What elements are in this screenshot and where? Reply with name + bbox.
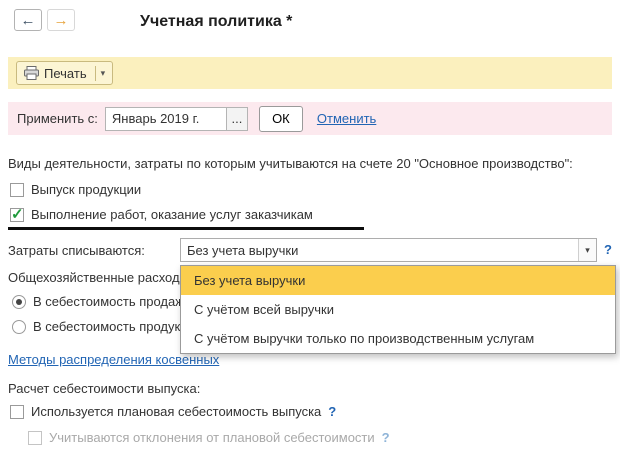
checkbox-label: Выполнение работ, оказание услуг заказчи…	[31, 207, 313, 222]
accounting-policy-window: ← → Учетная политика * Печать ▾ Применит…	[0, 0, 620, 452]
help-icon[interactable]: ?	[382, 430, 390, 445]
print-button[interactable]: Печать ▾	[16, 61, 113, 85]
output-cost-heading: Расчет себестоимости выпуска:	[8, 381, 200, 396]
radio-selected-icon	[12, 295, 26, 309]
check-mark-icon: ✓	[11, 205, 24, 223]
dropdown-option[interactable]: С учётом выручки только по производствен…	[181, 324, 615, 353]
forward-button[interactable]: →	[47, 9, 75, 31]
back-arrow-icon: ←	[21, 12, 36, 29]
apply-from-label: Применить с:	[17, 111, 98, 126]
checkbox-checked-icon: ✓	[10, 208, 24, 222]
dropdown-option-selected[interactable]: Без учета выручки	[181, 266, 615, 295]
activities-heading: Виды деятельности, затраты по которым уч…	[8, 156, 573, 171]
nav-buttons: ← →	[14, 9, 75, 31]
checkbox-icon	[10, 183, 24, 197]
help-icon[interactable]: ?	[328, 404, 336, 419]
radio-cost-of-sales[interactable]: В себестоимость продаж (	[12, 294, 192, 309]
forward-arrow-icon: →	[54, 12, 69, 29]
command-bar: Печать ▾	[8, 57, 612, 89]
checkbox-planned-deviations[interactable]: Учитываются отклонения от плановой себес…	[28, 430, 390, 445]
chevron-down-icon: ▾	[585, 245, 590, 256]
costs-writeoff-label: Затраты списываются:	[8, 243, 145, 258]
checkbox-label: Выпуск продукции	[31, 182, 141, 197]
checkbox-planned-cost[interactable]: Используется плановая себестоимость выпу…	[10, 404, 336, 419]
print-label: Печать	[44, 66, 87, 81]
costs-writeoff-combobox[interactable]: Без учета выручки ▾	[180, 238, 597, 262]
ellipsis-icon: ...	[231, 111, 242, 126]
checkbox-icon	[28, 431, 42, 445]
dropdown-option[interactable]: С учётом всей выручки	[181, 295, 615, 324]
button-separator	[95, 66, 96, 81]
period-input[interactable]: Январь 2019 г.	[105, 107, 227, 131]
underline-annotation	[8, 227, 364, 230]
checkbox-label: Учитываются отклонения от плановой себес…	[49, 430, 375, 445]
radio-label: В себестоимость продаж (	[33, 294, 192, 309]
general-expenses-heading: Общехозяйственные расходы	[8, 270, 189, 285]
radio-label: В себестоимость продукц	[33, 319, 188, 334]
checkbox-icon	[10, 405, 24, 419]
indirect-costs-methods-link[interactable]: Методы распределения косвенных	[8, 352, 219, 367]
ok-button[interactable]: ОК	[259, 106, 303, 132]
combobox-dropdown-button[interactable]: ▾	[578, 239, 596, 261]
apply-bar: Применить с: Январь 2019 г. ... ОК Отмен…	[8, 102, 612, 135]
period-value: Январь 2019 г.	[112, 111, 199, 126]
help-icon[interactable]: ?	[604, 242, 612, 257]
costs-writeoff-dropdown-list: Без учета выручки С учётом всей выручки …	[180, 265, 616, 354]
back-button[interactable]: ←	[14, 9, 42, 31]
printer-icon	[24, 66, 39, 80]
page-title: Учетная политика *	[140, 13, 292, 31]
checkbox-label: Используется плановая себестоимость выпу…	[31, 404, 321, 419]
checkbox-works-services[interactable]: ✓ Выполнение работ, оказание услуг заказ…	[10, 207, 313, 222]
chevron-down-icon[interactable]: ▾	[101, 68, 106, 79]
cancel-link[interactable]: Отменить	[317, 111, 376, 126]
radio-icon	[12, 320, 26, 334]
radio-cost-of-products[interactable]: В себестоимость продукц	[12, 319, 188, 334]
checkbox-product-output[interactable]: Выпуск продукции	[10, 182, 141, 197]
period-picker-button[interactable]: ...	[227, 107, 248, 131]
combobox-value: Без учета выручки	[181, 239, 578, 261]
